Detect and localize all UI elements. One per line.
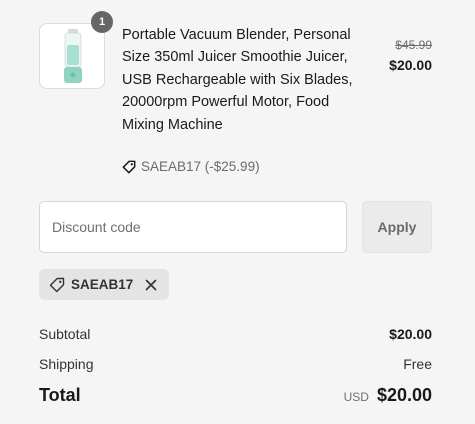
blender-icon	[64, 29, 82, 83]
discount-code-row: Apply	[39, 201, 432, 253]
remove-code-button[interactable]	[143, 277, 159, 293]
product-title: Portable Vacuum Blender, Personal Size 3…	[122, 27, 353, 133]
tag-icon	[122, 160, 136, 173]
currency-code: USD	[343, 390, 369, 404]
subtotal-value: $20.00	[389, 326, 432, 342]
close-icon	[145, 279, 157, 290]
total-value: $20.00	[376, 385, 432, 405]
applied-code-chip: SAEAB17	[39, 269, 170, 300]
order-summary: 1 Portable Vacuum Blender, Personal Size…	[39, 0, 432, 424]
subtotal-label: Subtotal	[39, 326, 91, 342]
quantity-badge: 1	[91, 11, 113, 33]
tag-icon	[49, 277, 65, 292]
total-row: Total USD $20.00	[39, 385, 432, 406]
total-amount-group: USD $20.00	[344, 385, 432, 406]
discount-code-input[interactable]	[39, 201, 347, 253]
product-thumbnail	[39, 23, 105, 89]
original-price: $45.99	[395, 38, 432, 52]
applied-code-label: SAEAB17	[71, 277, 134, 292]
current-price: $20.00	[389, 57, 432, 73]
discount-note-text: SAEAB17 (-$25.99)	[141, 159, 260, 174]
price-column: $45.99 $20.00	[389, 37, 432, 75]
shipping-label: Shipping	[39, 356, 94, 372]
shipping-row: Shipping Free	[39, 356, 432, 372]
subtotal-row: Subtotal $20.00	[39, 326, 432, 342]
total-label: Total	[39, 385, 81, 405]
line-item: 1 Portable Vacuum Blender, Personal Size…	[39, 11, 432, 183]
apply-button[interactable]: Apply	[362, 201, 432, 253]
shipping-value: Free	[403, 356, 432, 372]
applied-discount-note: SAEAB17 (-$25.99)	[122, 159, 260, 174]
